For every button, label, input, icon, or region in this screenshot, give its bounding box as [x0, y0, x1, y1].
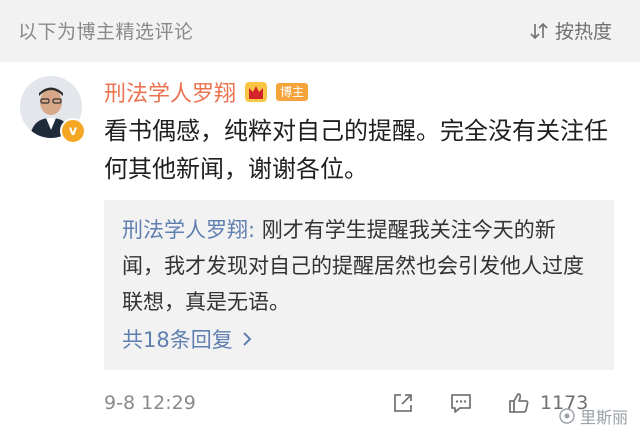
comment-section-header: 以下为博主精选评论 按热度 [0, 0, 640, 62]
blogger-badge: 博主 [276, 83, 309, 101]
comment-username[interactable]: 刑法学人罗翔 [104, 76, 236, 108]
watermark-logo-icon [559, 408, 575, 424]
sort-by-hot-button[interactable]: 按热度 [529, 17, 612, 44]
section-title: 以下为博主精选评论 [18, 21, 194, 43]
watermark: 里斯丽 [558, 404, 628, 428]
sort-label: 按热度 [554, 21, 612, 43]
chevron-right-icon [243, 332, 252, 346]
comment-icon[interactable] [448, 390, 474, 416]
comment-author-row: 刑法学人罗翔 博主 [104, 76, 309, 108]
comment-timestamp: 9-8 12:29 [104, 392, 196, 414]
reply-preview[interactable]: 刑法学人罗翔: 刚才有学生提醒我关注今天的新闻，我才发现对自己的提醒居然也会引发… [104, 200, 614, 370]
watermark-text: 里斯丽 [579, 408, 628, 427]
share-icon[interactable] [390, 390, 416, 416]
reply-text-block: 刑法学人罗翔: 刚才有学生提醒我关注今天的新闻，我才发现对自己的提醒居然也会引发… [122, 212, 596, 320]
view-replies-link[interactable]: 共18条回复 [122, 324, 253, 354]
replies-count-label: 共18条回复 [122, 328, 233, 352]
thumbs-up-icon[interactable] [506, 390, 532, 416]
comment-text: 看书偶感，纯粹对自己的提醒。完全没有关注任何其他新闻，谢谢各位。 [104, 117, 608, 183]
reply-author[interactable]: 刑法学人罗翔: [122, 218, 255, 242]
sort-icon [530, 22, 548, 39]
verified-badge: v [60, 118, 86, 144]
crown-icon [245, 82, 268, 102]
